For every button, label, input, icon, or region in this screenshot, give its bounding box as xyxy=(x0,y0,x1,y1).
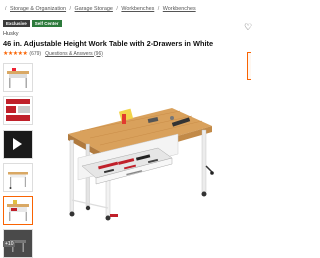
rating-row[interactable]: ★★★★★ (679) Questions & Answers (96) xyxy=(3,50,103,58)
thumbnail-features[interactable] xyxy=(3,96,33,125)
play-icon xyxy=(13,138,22,150)
more-images-badge[interactable]: +10 xyxy=(3,241,16,247)
breadcrumb: / Storage & Organization / Garage Storag… xyxy=(3,6,196,12)
thumbnail-selected[interactable] xyxy=(3,196,33,225)
breadcrumb-link-workbenches[interactable]: Workbenches xyxy=(121,6,154,12)
breadcrumb-separator: / xyxy=(5,6,7,12)
thumbnail-workbench[interactable] xyxy=(3,63,33,92)
thumbnail-video[interactable] xyxy=(3,130,33,159)
side-panel-tab[interactable] xyxy=(247,52,251,80)
main-product-image[interactable] xyxy=(60,96,220,221)
breadcrumb-separator: / xyxy=(116,6,118,12)
breadcrumb-link-workbenches-sub[interactable]: Workbenches xyxy=(163,6,196,12)
heart-icon[interactable]: ♡ xyxy=(244,22,252,33)
questions-answers-link[interactable]: Questions & Answers (96) xyxy=(45,51,103,57)
breadcrumb-separator: / xyxy=(157,6,160,12)
breadcrumb-link-garage-storage[interactable]: Garage Storage xyxy=(75,6,113,12)
self-center-badge: Self Center xyxy=(31,20,62,27)
review-count[interactable]: (679) xyxy=(29,51,41,57)
star-rating[interactable]: ★★★★★ xyxy=(3,50,28,57)
product-brand[interactable]: Husky xyxy=(3,31,19,37)
exclusive-badge: Exclusive xyxy=(3,20,30,27)
thumbnail-workbench-side[interactable] xyxy=(3,163,33,192)
breadcrumb-separator: / xyxy=(69,6,72,12)
breadcrumb-link-storage[interactable]: Storage & Organization xyxy=(10,6,66,12)
product-title: 46 in. Adjustable Height Work Table with… xyxy=(3,39,214,48)
badges: Exclusive Self Center xyxy=(3,20,62,27)
